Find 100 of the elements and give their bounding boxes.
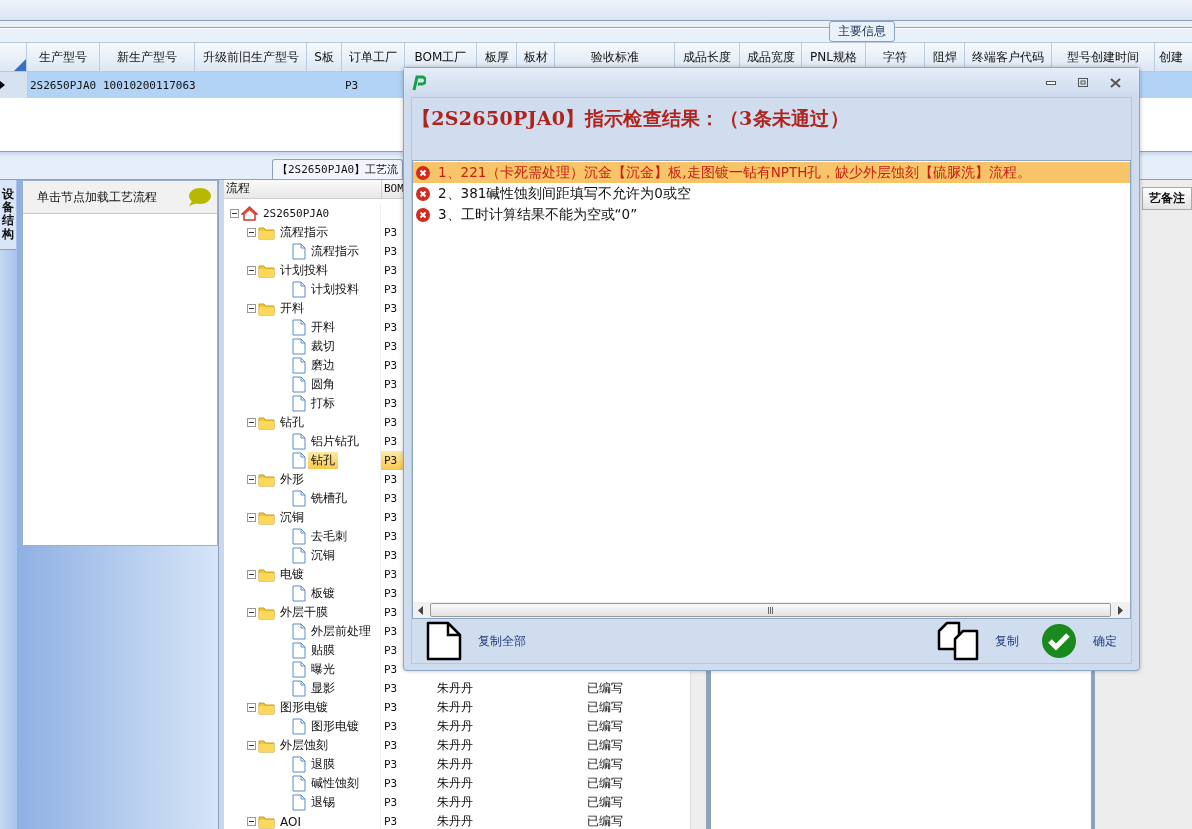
table-cell: 2S2650PJA0 (30, 78, 97, 92)
table-cell: 朱丹丹 (437, 775, 473, 792)
side-tab[interactable]: 设备结构 (0, 180, 16, 250)
column-header[interactable]: S板 (307, 43, 342, 71)
tree-item[interactable]: 钻孔 (308, 452, 338, 469)
document-icon (292, 490, 306, 507)
tree-item[interactable]: 贴膜 (308, 642, 338, 659)
collapse-toggle[interactable] (247, 817, 256, 826)
tree-item[interactable]: 计划投料 (277, 262, 331, 279)
folder-icon (258, 301, 275, 316)
tree-item[interactable]: 沉铜 (277, 509, 307, 526)
collapse-toggle[interactable] (247, 475, 256, 484)
list-item[interactable]: 1、221（卡死需处理）沉金【沉金】板,走图镀一钻有NPTH孔，缺少外层蚀刻【硫脲洗】流程。 (413, 162, 1130, 183)
collapse-toggle[interactable] (247, 418, 256, 427)
collapse-toggle[interactable] (247, 741, 256, 750)
tree-item[interactable]: 显影 (308, 680, 338, 697)
tree-item[interactable]: 钻孔 (277, 414, 307, 431)
tree-item[interactable]: 开料 (308, 319, 338, 336)
tree-item[interactable]: 外层干膜 (277, 604, 331, 621)
tree-item[interactable]: 碱性蚀刻 (308, 775, 362, 792)
ok-button[interactable]: 确定 (1041, 623, 1117, 659)
close-button[interactable] (1109, 77, 1121, 88)
table-cell: P3 (384, 397, 398, 410)
table-cell: 已编写 (587, 775, 623, 792)
table-cell: P3 (384, 663, 398, 676)
tree-item[interactable]: 圆角 (308, 376, 338, 393)
list-item[interactable]: 2、381碱性蚀刻间距填写不允许为0或空 (413, 183, 1130, 204)
speech-bubble-icon (187, 187, 211, 207)
tree-item[interactable]: 去毛刺 (308, 528, 350, 545)
collapse-toggle[interactable] (247, 703, 256, 712)
tree-item[interactable]: 曝光 (308, 661, 338, 678)
column-header[interactable]: 创建 (1155, 43, 1192, 71)
table-cell: P3 (384, 720, 398, 733)
table-cell: P3 (384, 568, 398, 581)
table-cell: 已编写 (587, 737, 623, 754)
table-cell: P3 (384, 454, 398, 467)
table-cell: P3 (384, 758, 398, 771)
copy-all-button[interactable]: 复制全部 (426, 621, 526, 661)
tree-item[interactable]: 退膜 (308, 756, 338, 773)
collapse-toggle[interactable] (247, 304, 256, 313)
table-cell: 朱丹丹 (437, 699, 473, 716)
document-icon (292, 433, 306, 450)
table-cell: 已编写 (587, 794, 623, 811)
tree-item[interactable]: 板镀 (308, 585, 338, 602)
tree-item[interactable]: 图形电镀 (308, 718, 362, 735)
table-cell: P3 (384, 264, 398, 277)
tree-item[interactable]: 打标 (308, 395, 338, 412)
document-icon (292, 281, 306, 298)
tree-item[interactable]: 铣槽孔 (308, 490, 350, 507)
tree-item[interactable]: 裁切 (308, 338, 338, 355)
tree-item[interactable]: 退锡 (308, 794, 338, 811)
table-cell: 已编写 (587, 718, 623, 735)
document-icon (292, 718, 306, 735)
table-cell: 已编写 (587, 680, 623, 697)
tree-item[interactable]: 流程指示 (277, 224, 331, 241)
tree-item[interactable]: 开料 (277, 300, 307, 317)
tree-item[interactable]: 2S2650PJA0 (260, 207, 333, 220)
column-header[interactable]: 新生产型号 (100, 43, 195, 71)
document-icon (292, 642, 306, 659)
minimize-button[interactable] (1046, 80, 1056, 85)
tree-item[interactable]: 外形 (277, 471, 307, 488)
collapse-toggle[interactable] (247, 608, 256, 617)
error-icon (416, 207, 430, 222)
copy-button[interactable]: 复制 (937, 621, 1019, 661)
collapse-toggle[interactable] (247, 513, 256, 522)
process-tab[interactable]: 【2S2650PJA0】工艺流 (272, 159, 404, 179)
tree-item[interactable]: 外层前处理 (308, 623, 374, 640)
table-cell: P3 (384, 302, 398, 315)
tree-item[interactable]: AOI (277, 814, 304, 829)
tree-item[interactable]: 电镀 (277, 566, 307, 583)
corner-icon (14, 59, 26, 71)
document-icon (292, 376, 306, 393)
folder-icon (258, 605, 275, 620)
column-header[interactable]: 流程 (224, 180, 382, 198)
document-icon (292, 756, 306, 773)
table-cell: 朱丹丹 (437, 680, 473, 697)
column-header[interactable]: 升级前旧生产型号 (195, 43, 307, 71)
collapse-toggle[interactable] (247, 228, 256, 237)
table-cell: P3 (384, 606, 398, 619)
tree-item[interactable]: 计划投料 (308, 281, 362, 298)
document-icon (292, 794, 306, 811)
folder-icon (258, 472, 275, 487)
tree-item[interactable]: 磨边 (308, 357, 338, 374)
tree-item[interactable]: 外层蚀刻 (277, 737, 331, 754)
tree-item[interactable]: 图形电镀 (277, 699, 331, 716)
tree-item[interactable]: 铝片钻孔 (308, 433, 362, 450)
collapse-toggle[interactable] (247, 570, 256, 579)
collapse-toggle[interactable] (247, 266, 256, 275)
table-cell: P3 (384, 378, 398, 391)
maximize-button[interactable] (1078, 78, 1088, 87)
tree-item[interactable]: 沉铜 (308, 547, 338, 564)
folder-icon (258, 700, 275, 715)
list-item[interactable]: 3、工时计算结果不能为空或“0” (413, 204, 1130, 225)
column-header[interactable]: 艺备注 (1142, 187, 1192, 210)
horizontal-scroll-bar[interactable] (413, 602, 1130, 618)
tree-item[interactable]: 流程指示 (308, 243, 362, 260)
document-icon (292, 395, 306, 412)
collapse-toggle[interactable] (230, 209, 239, 218)
column-header[interactable]: 生产型号 (27, 43, 100, 71)
result-heading: 【2S2650PJA0】指示检查结果：（3条未通过） (412, 107, 850, 129)
